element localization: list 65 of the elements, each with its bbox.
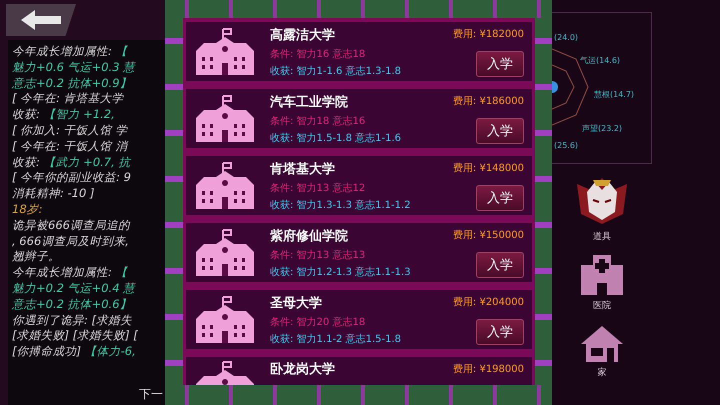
log-line: 今年成长增加属性: 【 xyxy=(12,265,129,280)
log-line: [求婚失败] [求婚失败] [ xyxy=(12,328,139,344)
school-fee: 费用: ¥182000 xyxy=(452,28,524,40)
log-line: 意志+0.2 抗体+0.9】 xyxy=(12,76,133,90)
school-requirement: 条件: 智力16 意志18 xyxy=(270,48,366,60)
school-gain: 收获: 智力1.2-1.3 意志1.1-1.3 xyxy=(270,266,412,278)
log-line: 今年成长增加属性: 【 xyxy=(12,44,129,59)
log-line: [你搏命成功] 【体力-6, xyxy=(12,344,137,359)
log-line: [ 你加入: 干饭人馆 学 xyxy=(12,122,129,138)
enroll-button[interactable]: 入学 xyxy=(476,318,524,344)
school-name: 肯塔基大学 xyxy=(270,160,336,178)
log-line: 魅力+0.2 气运+0.4 慧 xyxy=(12,280,137,296)
side-menu-item[interactable]: 家 xyxy=(580,324,624,379)
school-name: 圣母大学 xyxy=(270,294,323,312)
school-building-icon xyxy=(194,26,256,76)
back-arrow-icon xyxy=(21,10,61,30)
house-icon xyxy=(580,324,624,362)
school-fee: 费用: ¥204000 xyxy=(452,296,524,308)
enroll-button[interactable]: 入学 xyxy=(476,184,524,210)
school-fee: 费用: ¥186000 xyxy=(452,94,524,108)
log-line: [ 今年在: 干饭人馆 消 xyxy=(12,138,130,154)
school-fee: 费用: ¥148000 xyxy=(452,162,524,174)
radar-label: 气运(14.6) xyxy=(580,55,620,66)
school-requirement: 条件: 智力13 意志12 xyxy=(270,182,366,194)
enroll-button[interactable]: 入学 xyxy=(476,118,524,144)
school-fee: 费用: ¥150000 xyxy=(452,228,524,242)
school-gain: 收获: 智力1.3-1.3 意志1.1-1.2 xyxy=(270,198,412,212)
hospital-icon xyxy=(581,255,623,295)
enroll-button[interactable]: 入学 xyxy=(476,50,524,76)
school-gain: 收获: 智力1.1-2 意志1.5-1.8 xyxy=(270,332,402,346)
school-gain: 收获: 智力1-1.6 意志1.3-1.8 xyxy=(270,64,402,78)
log-line: 收获: 【智力 +1.2, xyxy=(12,107,116,122)
side-menu-item[interactable]: 道具 xyxy=(571,174,633,243)
log-line: 消耗精神: -10 ] xyxy=(12,186,96,201)
log-line: 18岁: xyxy=(12,202,44,217)
log-line: , 666调查局及时到来, xyxy=(12,234,130,248)
next-year-button[interactable]: 下一 xyxy=(139,386,163,403)
school-requirement: 条件: 智力13 意志13 xyxy=(270,248,366,262)
side-menu-item[interactable]: 医院 xyxy=(581,255,623,312)
school-building-icon xyxy=(194,228,256,278)
log-line: 意志+0.2 抗体+0.6】 xyxy=(12,296,133,312)
school-fee: 费用: ¥198000 xyxy=(452,362,524,376)
radar-label: 声望(23.2) xyxy=(582,123,622,134)
back-button[interactable] xyxy=(6,4,76,36)
school-requirement: 条件: 智力20 意志18 xyxy=(270,316,366,328)
school-building-icon xyxy=(194,94,256,144)
log-line: 翘辫子。 xyxy=(12,249,61,264)
school-building-icon xyxy=(194,294,256,344)
school-building-icon xyxy=(194,160,256,210)
log-line: [ 今年在: 肯塔基大学 xyxy=(12,91,125,106)
radar-label: 慧根(14.7) xyxy=(594,89,634,100)
school-name: 紫府修仙学院 xyxy=(270,228,349,244)
enroll-button[interactable]: 入学 xyxy=(476,252,524,278)
school-gain: 收获: 智力1.5-1.8 意志1-1.6 xyxy=(270,132,402,144)
log-line: 魅力+0.6 气运+0.3 慧 xyxy=(12,60,137,75)
school-name: 汽车工业学院 xyxy=(270,94,349,110)
radar-label: (25.6) xyxy=(554,141,578,150)
log-line: 收获: 【武力 +0.7, 抗 xyxy=(12,154,132,170)
log-line: 你遇到了诡异: [求婚失 xyxy=(12,312,134,328)
school-requirement: 条件: 智力18 意志16 xyxy=(270,114,366,128)
school-name: 卧龙岗大学 xyxy=(270,361,336,378)
school-name: 高露洁大学 xyxy=(270,26,336,44)
log-line: 诡异被666调查局追的 xyxy=(12,218,132,233)
radar-label: (24.0) xyxy=(554,33,578,42)
log-line: [ 今年你的副业收益: 9 xyxy=(12,170,132,186)
